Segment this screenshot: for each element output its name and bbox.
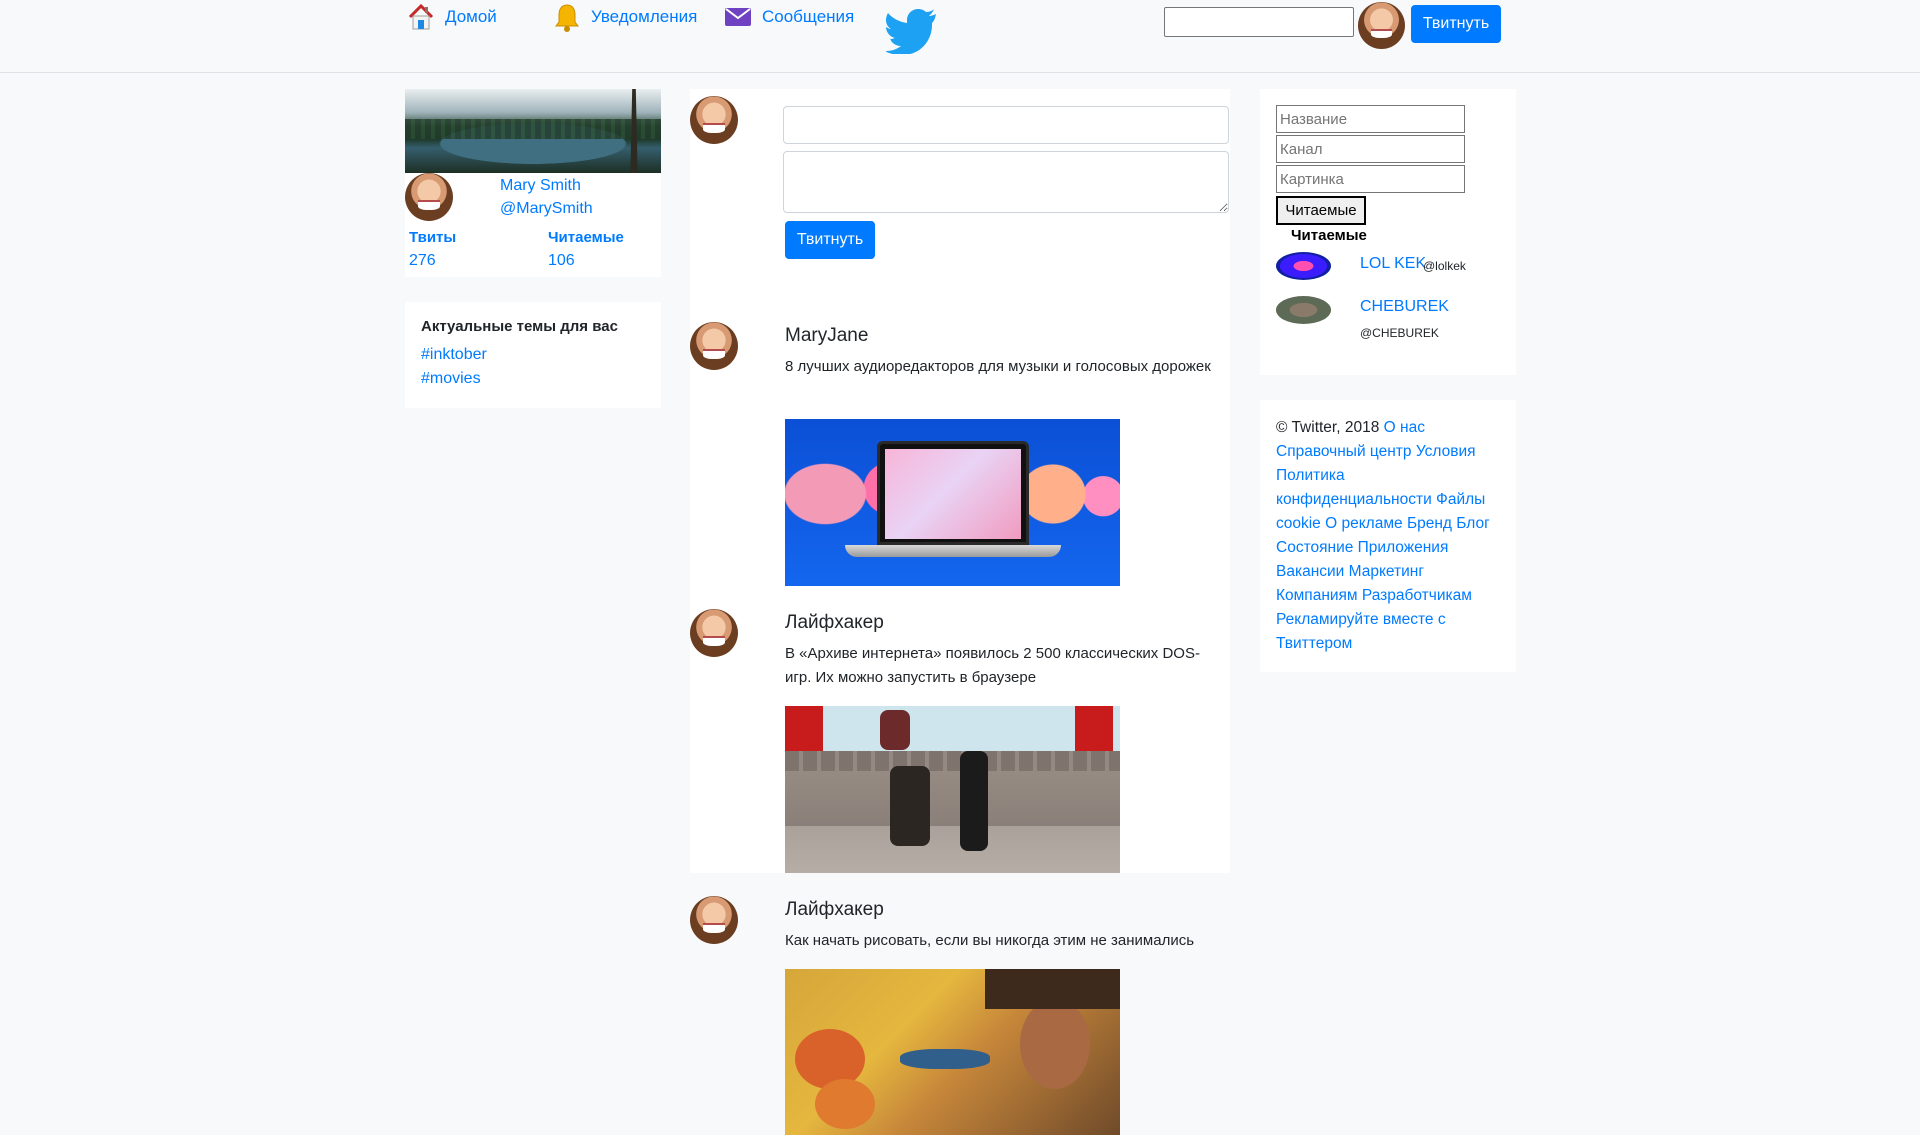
tweet-author[interactable]: MaryJane: [785, 325, 868, 347]
avatar[interactable]: [1358, 2, 1405, 49]
tweet-avatar[interactable]: [690, 896, 738, 944]
channel-handle: @CHEBUREK: [1360, 326, 1439, 340]
nav-messages-label: Сообщения: [762, 7, 855, 26]
tweet-text: В «Архиве интернета» появилось 2 500 кла…: [785, 645, 1200, 686]
channel-name-input[interactable]: [1276, 105, 1465, 133]
twitter-bird-icon[interactable]: [885, 8, 938, 55]
stat-following-count[interactable]: 106: [548, 252, 575, 270]
channel-name[interactable]: LOL KEK: [1360, 255, 1426, 273]
compose-title-input[interactable]: [783, 106, 1229, 144]
profile-card: Mary Smith @MarySmith Твиты 276 Читаемые…: [405, 89, 661, 277]
channel-thumbnail[interactable]: [1276, 296, 1331, 324]
footer-link[interactable]: Компаниям: [1276, 587, 1358, 604]
footer-link[interactable]: О рекламе: [1325, 515, 1403, 532]
tweet: Лайфхакер В «Архиве интернета» появилось…: [690, 609, 1230, 873]
profile-cover-image: [405, 89, 661, 173]
profile-name[interactable]: Mary Smith: [500, 177, 581, 195]
tweet-image[interactable]: [785, 706, 1120, 873]
bell-icon: [552, 2, 582, 32]
nav-messages[interactable]: Сообщения: [723, 2, 854, 32]
tweet-image[interactable]: [785, 969, 1120, 1135]
footer-link[interactable]: Состояние: [1276, 539, 1353, 556]
trend-item[interactable]: #inktober: [421, 346, 487, 364]
following-list-title: Читаемые: [1291, 227, 1367, 244]
nav-notifications[interactable]: Уведомления: [552, 2, 697, 32]
footer-links: © Twitter, 2018 О нас Справочный центр У…: [1276, 416, 1504, 656]
compose-tweet-button[interactable]: Твитнуть: [785, 221, 875, 259]
footer-link[interactable]: Вакансии: [1276, 563, 1344, 580]
nav-notifications-label: Уведомления: [591, 7, 698, 26]
tweet-avatar[interactable]: [690, 609, 738, 657]
search-input[interactable]: [1164, 7, 1354, 37]
nav-home-label: Домой: [445, 7, 497, 26]
channel-image-input[interactable]: [1276, 165, 1465, 193]
home-icon: [406, 2, 436, 32]
top-navbar: Домой Уведомления Сообщения Твитнуть: [0, 0, 1920, 73]
trend-item[interactable]: #movies: [421, 370, 481, 388]
tweet-text: 8 лучших аудиоредакторов для музыки и го…: [785, 358, 1211, 375]
follow-button[interactable]: Читаемые: [1276, 196, 1366, 225]
compose-avatar: [690, 96, 738, 144]
tweet: MaryJane 8 лучших аудиоредакторов для му…: [690, 322, 1230, 586]
footer-link[interactable]: Справочный центр: [1276, 443, 1412, 460]
profile-avatar[interactable]: [405, 173, 453, 221]
channel-name[interactable]: CHEBUREK: [1360, 298, 1449, 316]
copyright-text: © Twitter, 2018: [1276, 419, 1380, 436]
envelope-icon: [723, 2, 753, 32]
tweet-button[interactable]: Твитнуть: [1411, 5, 1501, 43]
footer-card: © Twitter, 2018 О нас Справочный центр У…: [1260, 400, 1516, 672]
channel-thumbnail[interactable]: [1276, 252, 1331, 280]
trends-title: Актуальные темы для вас: [421, 318, 618, 335]
tweet-author[interactable]: Лайфхакер: [785, 899, 884, 921]
footer-link[interactable]: Рекламируйте вместе с Твиттером: [1276, 611, 1446, 652]
footer-link[interactable]: Политика конфиденциальности: [1276, 467, 1432, 508]
stat-following-label[interactable]: Читаемые: [548, 229, 624, 246]
stat-tweets-count[interactable]: 276: [409, 252, 436, 270]
tweet-author[interactable]: Лайфхакер: [785, 612, 884, 634]
channel-handle-input[interactable]: [1276, 135, 1465, 163]
profile-handle[interactable]: @MarySmith: [500, 200, 593, 218]
tweet: Лайфхакер Как начать рисовать, если вы н…: [690, 896, 1230, 1135]
tweet-avatar[interactable]: [690, 322, 738, 370]
nav-home[interactable]: Домой: [406, 2, 497, 32]
channel-card: Читаемые Читаемые LOL KEK @lolkek CHEBUR…: [1260, 89, 1516, 375]
footer-link[interactable]: О нас: [1384, 419, 1425, 436]
footer-link[interactable]: Бренд: [1407, 515, 1452, 532]
trends-card: Актуальные темы для вас #inktober #movie…: [405, 302, 661, 408]
footer-link[interactable]: Маркетинг: [1349, 563, 1424, 580]
tweet-text: Как начать рисовать, если вы никогда эти…: [785, 932, 1195, 949]
footer-link[interactable]: Блог: [1456, 515, 1490, 532]
channel-handle: @lolkek: [1423, 259, 1466, 273]
compose-body-input[interactable]: [783, 151, 1229, 213]
footer-link[interactable]: Разработчикам: [1362, 587, 1472, 604]
stat-tweets-label[interactable]: Твиты: [409, 229, 456, 246]
footer-link[interactable]: Приложения: [1358, 539, 1449, 556]
tweet-image[interactable]: [785, 419, 1120, 586]
footer-link[interactable]: Условия: [1416, 443, 1476, 460]
